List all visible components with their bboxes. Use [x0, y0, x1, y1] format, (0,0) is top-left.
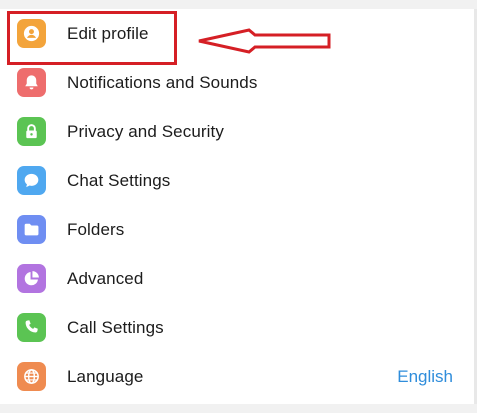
globe-icon	[17, 362, 46, 391]
menu-item-label: Privacy and Security	[67, 121, 224, 141]
menu-item-label: Chat Settings	[67, 170, 171, 190]
chat-bubble-icon	[17, 166, 46, 195]
settings-menu: Edit profile Notifications and Sounds Pr…	[0, 9, 474, 401]
menu-item-folders[interactable]: Folders	[0, 205, 474, 254]
menu-item-label: Folders	[67, 219, 125, 239]
menu-item-call-settings[interactable]: Call Settings	[0, 303, 474, 352]
pie-chart-icon	[17, 264, 46, 293]
folder-icon	[17, 215, 46, 244]
menu-item-chat-settings[interactable]: Chat Settings	[0, 156, 474, 205]
menu-item-label: Edit profile	[67, 23, 149, 43]
menu-item-edit-profile[interactable]: Edit profile	[0, 9, 474, 58]
phone-icon	[17, 313, 46, 342]
menu-item-advanced[interactable]: Advanced	[0, 254, 474, 303]
menu-item-notifications[interactable]: Notifications and Sounds	[0, 58, 474, 107]
lock-icon	[17, 117, 46, 146]
person-icon	[17, 19, 46, 48]
menu-item-label: Notifications and Sounds	[67, 72, 258, 92]
language-value: English	[397, 366, 453, 386]
top-divider	[0, 0, 477, 9]
bell-icon	[17, 68, 46, 97]
menu-item-language[interactable]: Language English	[0, 352, 474, 401]
menu-item-label: Language	[67, 366, 144, 386]
menu-item-label: Call Settings	[67, 317, 164, 337]
menu-item-privacy[interactable]: Privacy and Security	[0, 107, 474, 156]
menu-item-label: Advanced	[67, 268, 144, 288]
bottom-divider	[0, 404, 477, 413]
